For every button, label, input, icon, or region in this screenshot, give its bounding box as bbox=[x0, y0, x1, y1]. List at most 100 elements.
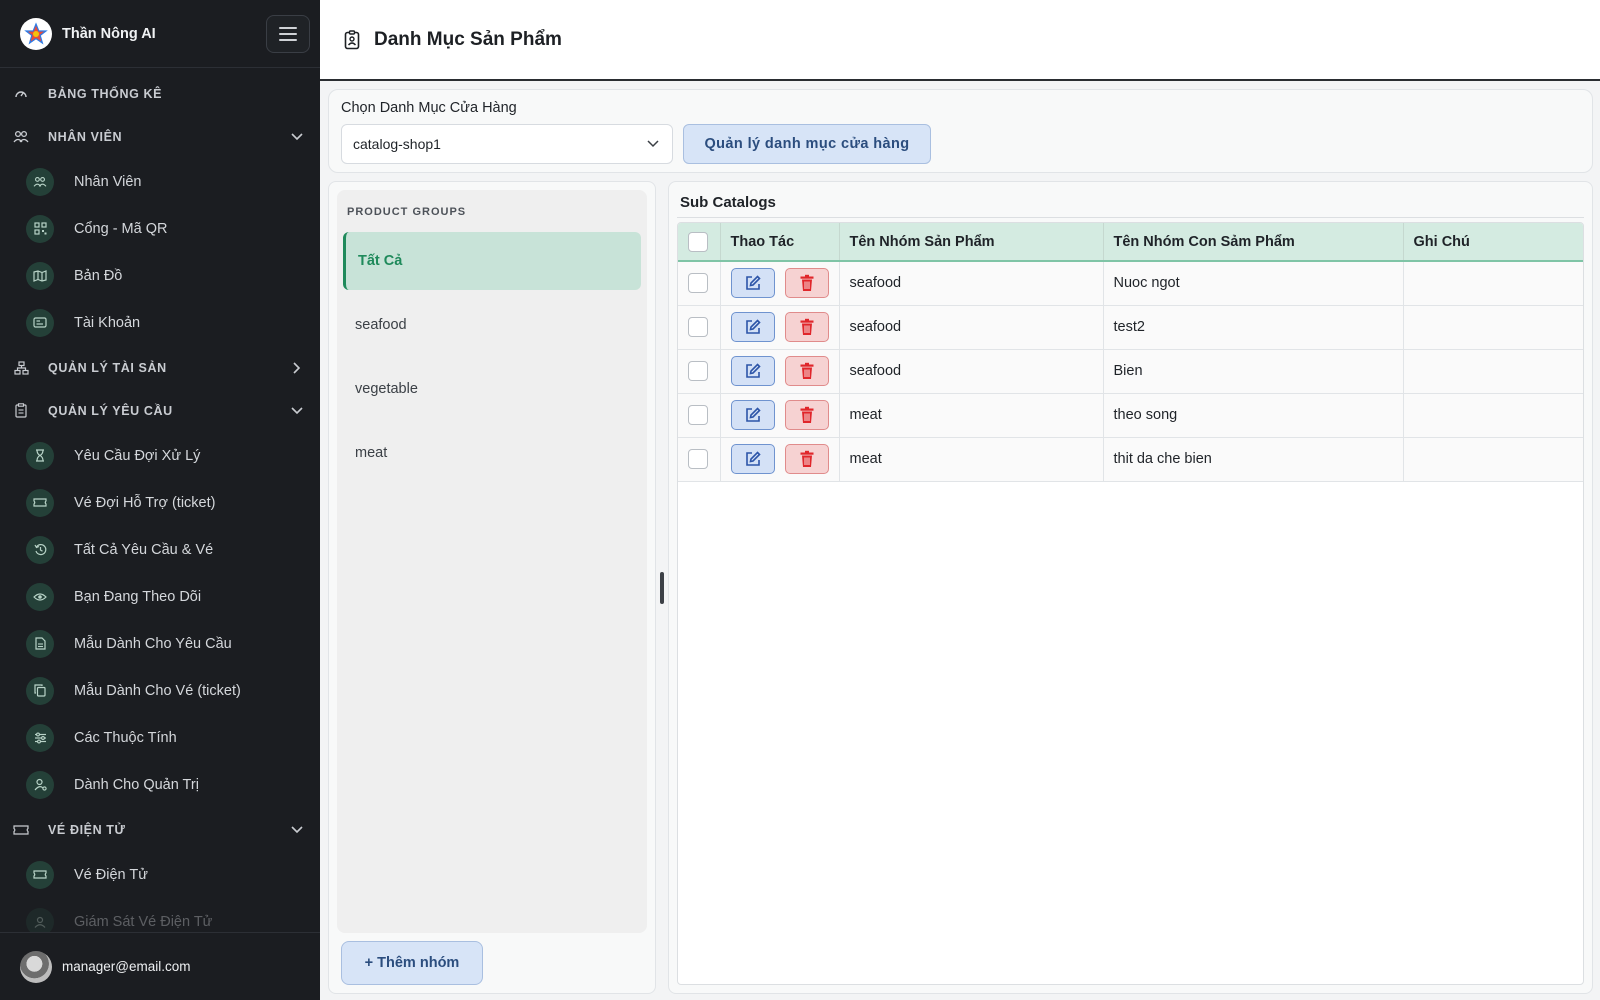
sidebar-item-staff[interactable]: Nhân Viên bbox=[0, 158, 320, 205]
sidebar-item-eticket-monitor[interactable]: Giám Sát Vé Điện Tử bbox=[0, 898, 320, 932]
sidebar-item-gate-qr[interactable]: Cổng - Mã QR bbox=[0, 205, 320, 252]
catalog-label: Chọn Danh Mục Cửa Hàng bbox=[341, 100, 517, 116]
row-select-cell bbox=[678, 305, 721, 350]
delete-button[interactable] bbox=[784, 400, 829, 430]
chevron-right-icon[interactable] bbox=[288, 359, 306, 377]
chevron-down-icon bbox=[647, 140, 659, 148]
sub-catalogs-title: Sub Catalogs bbox=[677, 192, 1584, 218]
row-actions-cell bbox=[720, 393, 840, 438]
delete-button[interactable] bbox=[784, 268, 829, 299]
user-gear-icon bbox=[26, 770, 54, 799]
chevron-down-icon[interactable] bbox=[288, 821, 306, 839]
sidebar-item-following[interactable]: Bạn Đang Theo Dõi bbox=[0, 573, 320, 620]
edit-button[interactable] bbox=[730, 268, 775, 299]
sliders-icon bbox=[26, 723, 54, 752]
table-header-row: Thao Tác Tên Nhóm Sản Phẩm Tên Nhóm Con … bbox=[678, 223, 1583, 262]
user-email: manager@email.com bbox=[62, 959, 191, 974]
row-subgroup-cell: thit da che bien bbox=[1103, 437, 1404, 482]
sidebar-item-all-requests[interactable]: Tất Cả Yêu Cầu & Vé bbox=[0, 526, 320, 573]
row-note-cell bbox=[1403, 305, 1583, 350]
product-groups-pane: PRODUCT GROUPS Tất Cả seafood vegetable … bbox=[328, 181, 656, 994]
sidebar-item-pending-tickets[interactable]: Vé Đợi Hỗ Trợ (ticket) bbox=[0, 479, 320, 526]
edit-button[interactable] bbox=[730, 312, 775, 342]
column-header-group[interactable]: Tên Nhóm Sản Phẩm bbox=[839, 223, 1104, 262]
sidebar-item-map[interactable]: Bản Đồ bbox=[0, 252, 320, 299]
sidebar-item-label: Bạn Đang Theo Dõi bbox=[74, 588, 202, 605]
row-checkbox[interactable] bbox=[688, 449, 708, 469]
chevron-down-icon[interactable] bbox=[288, 128, 306, 146]
qr-code-icon bbox=[26, 214, 54, 243]
add-group-button[interactable]: + Thêm nhóm bbox=[341, 941, 483, 985]
column-header-actions[interactable]: Thao Tác bbox=[720, 223, 840, 262]
nav-section-staff[interactable]: NHÂN VIÊN bbox=[0, 115, 320, 158]
sidebar-item-eticket[interactable]: Vé Điện Tử bbox=[0, 851, 320, 898]
nav-section-requests[interactable]: QUẢN LÝ YÊU CẦU bbox=[0, 389, 320, 432]
sidebar-item-label: Mẫu Dành Cho Yêu Cầu bbox=[74, 635, 232, 652]
pane-resize-handle[interactable] bbox=[656, 181, 668, 994]
ticket-icon bbox=[12, 821, 30, 839]
nav-section-label: QUẢN LÝ YÊU CẦU bbox=[48, 403, 173, 418]
row-subgroup-cell: Bien bbox=[1103, 349, 1404, 394]
row-group-cell: seafood bbox=[839, 261, 1104, 306]
row-checkbox[interactable] bbox=[688, 317, 708, 337]
select-all-checkbox[interactable] bbox=[688, 231, 708, 252]
row-checkbox[interactable] bbox=[688, 361, 708, 381]
sidebar-item-label: Bản Đồ bbox=[74, 267, 123, 284]
trash-icon bbox=[800, 318, 813, 335]
user-profile[interactable]: manager@email.com bbox=[0, 932, 320, 1000]
row-actions-cell bbox=[720, 305, 840, 350]
row-group-cell: meat bbox=[839, 437, 1104, 482]
edit-icon bbox=[745, 275, 761, 291]
menu-toggle-button[interactable] bbox=[266, 14, 310, 53]
edit-button[interactable] bbox=[730, 356, 775, 386]
row-select-cell bbox=[678, 261, 721, 306]
nav-section-eticket[interactable]: VÉ ĐIỆN TỬ bbox=[0, 808, 320, 851]
trash-icon bbox=[800, 275, 813, 292]
chevron-down-icon[interactable] bbox=[288, 402, 306, 420]
sidebar-item-attributes[interactable]: Các Thuộc Tính bbox=[0, 714, 320, 761]
sidebar-item-pending-requests[interactable]: Yêu Cầu Đợi Xử Lý bbox=[0, 432, 320, 479]
page-title: Danh Mục Sản Phẩm bbox=[374, 28, 562, 50]
catalog-select[interactable]: catalog-shop1 bbox=[341, 124, 673, 164]
table-row: seafood Nuoc ngot bbox=[678, 261, 1583, 306]
edit-button[interactable] bbox=[730, 444, 775, 474]
delete-button[interactable] bbox=[784, 444, 829, 474]
delete-button[interactable] bbox=[784, 312, 829, 342]
eye-icon bbox=[26, 582, 54, 611]
users-icon bbox=[26, 167, 54, 196]
sub-catalogs-pane: Sub Catalogs Thao Tác Tên Nhóm Sản Phẩm … bbox=[668, 181, 1593, 994]
sidebar-item-request-templates[interactable]: Mẫu Dành Cho Yêu Cầu bbox=[0, 620, 320, 667]
catalog-row: catalog-shop1 Quản lý danh mục cửa hàng bbox=[341, 124, 1580, 164]
table-row: seafood Bien bbox=[678, 349, 1583, 394]
id-badge-icon bbox=[344, 29, 364, 50]
group-item-meat[interactable]: meat bbox=[343, 424, 641, 482]
trash-icon bbox=[800, 450, 813, 467]
row-checkbox[interactable] bbox=[688, 273, 708, 294]
row-checkbox[interactable] bbox=[688, 405, 708, 425]
brand-logo-icon[interactable] bbox=[20, 17, 52, 50]
sidebar-item-accounts[interactable]: Tài Khoản bbox=[0, 299, 320, 346]
edit-button[interactable] bbox=[730, 400, 775, 430]
group-item-all[interactable]: Tất Cả bbox=[343, 232, 641, 290]
manage-catalog-button[interactable]: Quản lý danh mục cửa hàng bbox=[683, 124, 931, 164]
sidebar-header: Thần Nông AI bbox=[0, 0, 320, 68]
row-note-cell bbox=[1403, 437, 1583, 482]
delete-button[interactable] bbox=[784, 356, 829, 386]
sidebar-item-admin[interactable]: Dành Cho Quản Trị bbox=[0, 761, 320, 808]
nav-section-dashboard[interactable]: BẢNG THỐNG KÊ bbox=[0, 72, 320, 115]
sidebar-item-label: Các Thuộc Tính bbox=[74, 729, 177, 746]
resize-grip[interactable] bbox=[660, 571, 664, 604]
avatar[interactable] bbox=[20, 950, 52, 983]
gauge-icon bbox=[12, 85, 30, 103]
table-row: seafood test2 bbox=[678, 305, 1583, 350]
group-item-vegetable[interactable]: vegetable bbox=[343, 360, 641, 418]
group-item-seafood[interactable]: seafood bbox=[343, 296, 641, 354]
row-note-cell bbox=[1403, 261, 1583, 306]
nav-section-assets[interactable]: QUẢN LÝ TÀI SẢN bbox=[0, 346, 320, 389]
column-header-note[interactable]: Ghi Chú bbox=[1403, 223, 1583, 262]
sidebar-item-label: Vé Đợi Hỗ Trợ (ticket) bbox=[74, 494, 216, 511]
table-row: meat theo song bbox=[678, 393, 1583, 438]
sidebar-item-ticket-templates[interactable]: Mẫu Dành Cho Vé (ticket) bbox=[0, 667, 320, 714]
brand-name: Thần Nông AI bbox=[62, 25, 156, 42]
column-header-subgroup[interactable]: Tên Nhóm Con Sảm Phẩm bbox=[1103, 223, 1404, 262]
